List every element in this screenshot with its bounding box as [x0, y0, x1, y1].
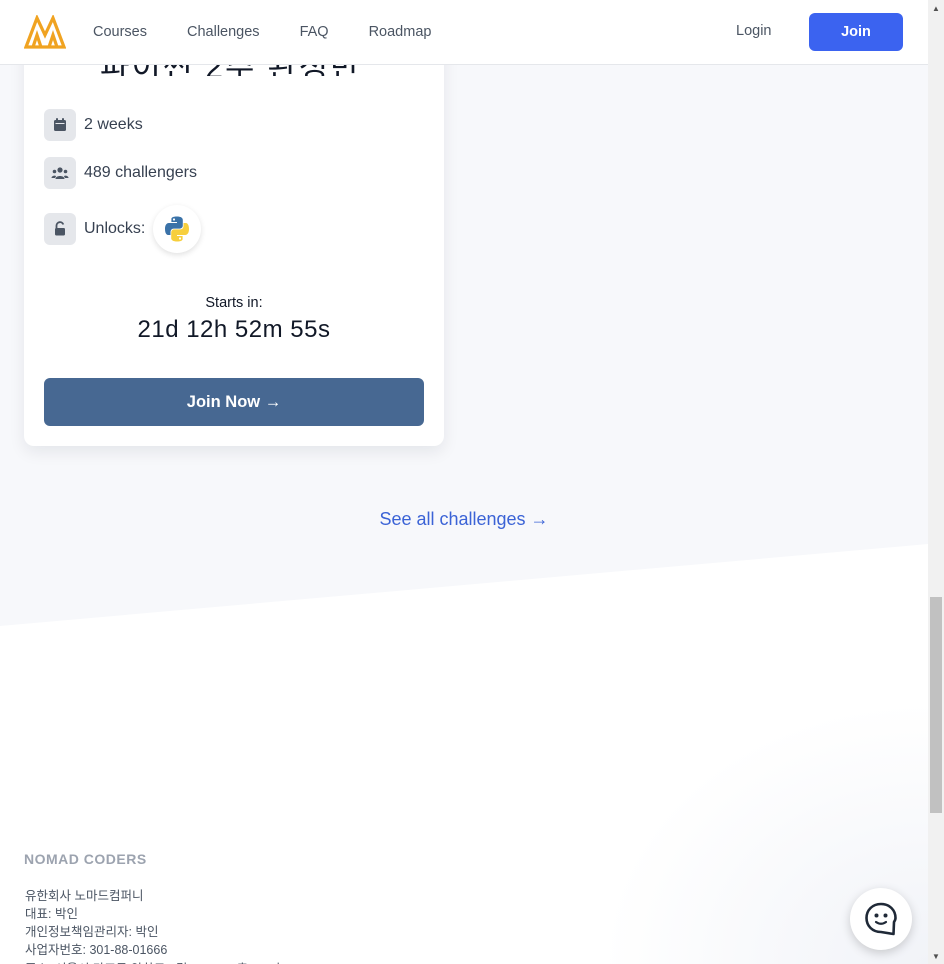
footer-company: 유한회사 노마드컴퍼니: [25, 889, 144, 903]
top-navbar: Courses Challenges FAQ Roadmap Login Joi…: [0, 0, 928, 65]
countdown-timer: 21d 12h 52m 55s: [137, 316, 331, 343]
duration-text: 2 weeks: [84, 116, 143, 133]
challengers-text: 489 challengers: [84, 164, 197, 181]
challengers-row: 489 challengers: [44, 157, 197, 189]
nav-faq[interactable]: FAQ: [300, 24, 329, 40]
footer-privacy-officer: 개인정보책임관리자: 박인: [25, 925, 159, 939]
footer-address: 주소: 서울시 마포구 양화로 8길 17-28, 6층 141호: [25, 958, 284, 964]
nav-courses[interactable]: Courses: [93, 24, 147, 40]
scroll-up-arrow-icon[interactable]: ▲: [928, 0, 944, 16]
calendar-icon: [44, 109, 76, 141]
main-nav: Courses Challenges FAQ Roadmap: [93, 0, 471, 64]
footer-business-number: 사업자번호: 301-88-01666: [25, 943, 168, 957]
starts-in-label: Starts in:: [205, 295, 263, 311]
join-button[interactable]: Join: [809, 13, 903, 51]
login-link[interactable]: Login: [736, 23, 771, 39]
unlock-icon: [44, 213, 76, 245]
nomad-logo-icon[interactable]: [24, 15, 66, 49]
nav-roadmap[interactable]: Roadmap: [369, 24, 432, 40]
nav-challenges[interactable]: Challenges: [187, 24, 260, 40]
unlocks-row: Unlocks:: [44, 205, 202, 253]
see-all-challenges-link[interactable]: See all challenges →: [0, 509, 928, 530]
chat-bubble-icon[interactable]: [850, 888, 912, 950]
card-title: 파이썬 2주 완성반: [100, 64, 360, 76]
scroll-down-arrow-icon[interactable]: ▼: [928, 948, 944, 964]
duration-row: 2 weeks: [44, 109, 143, 141]
footer-brand: NOMAD CODERS: [24, 851, 147, 867]
page-scrollbar[interactable]: ▲ ▼: [928, 0, 944, 964]
footer-ceo: 대표: 박인: [25, 907, 78, 921]
unlocks-label: Unlocks:: [84, 220, 146, 237]
users-icon: [44, 157, 76, 189]
scrollbar-thumb[interactable]: [930, 597, 942, 813]
python-logo-icon[interactable]: [153, 205, 202, 253]
join-now-button[interactable]: Join Now →: [44, 378, 424, 426]
